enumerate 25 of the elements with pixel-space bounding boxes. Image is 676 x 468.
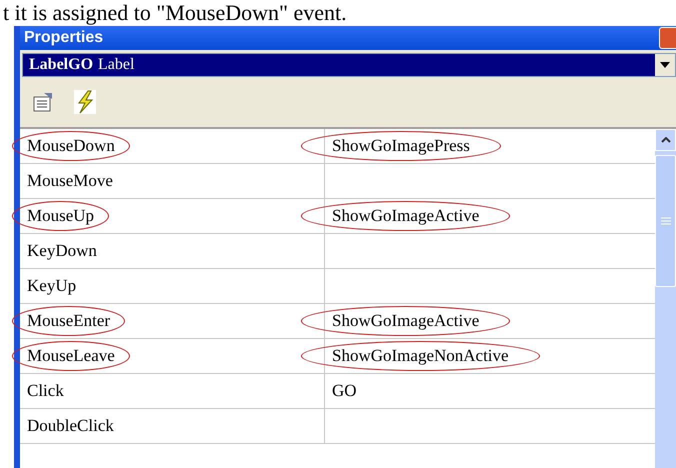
event-name: Click [26, 380, 65, 402]
handler-value[interactable]: ShowGoImagePress [301, 131, 501, 161]
dropdown-arrow-icon [660, 62, 670, 68]
scroll-up-icon[interactable] [660, 137, 670, 143]
object-name: LabelGO [29, 56, 94, 74]
window-title: Properties [24, 29, 104, 47]
grip-icon [660, 217, 670, 225]
handler-value[interactable]: ShowGoImageActive [301, 201, 510, 231]
close-button[interactable] [659, 27, 676, 49]
event-name: DoubleClick [26, 415, 115, 437]
caption-text: t it is assigned to "MouseDown" event. [2, 0, 348, 26]
handler-value[interactable]: ShowGoImageActive [301, 306, 510, 336]
object-type: Label [98, 56, 134, 74]
event-name: KeyUp [26, 275, 78, 297]
event-name: MouseMove [26, 170, 114, 192]
event-name: KeyDown [26, 240, 98, 262]
event-name: MouseLeave [12, 341, 130, 371]
event-name: MouseEnter [12, 306, 126, 336]
object-selector[interactable]: LabelGO Label [22, 53, 676, 77]
handler-value[interactable]: ShowGoImageNonActive [301, 341, 540, 371]
scrollbar[interactable] [655, 129, 676, 468]
event-name: MouseDown [12, 131, 130, 161]
handler-value[interactable]: GO [301, 376, 388, 406]
lightning-icon[interactable] [74, 90, 96, 114]
event-name: MouseUp [12, 201, 110, 231]
